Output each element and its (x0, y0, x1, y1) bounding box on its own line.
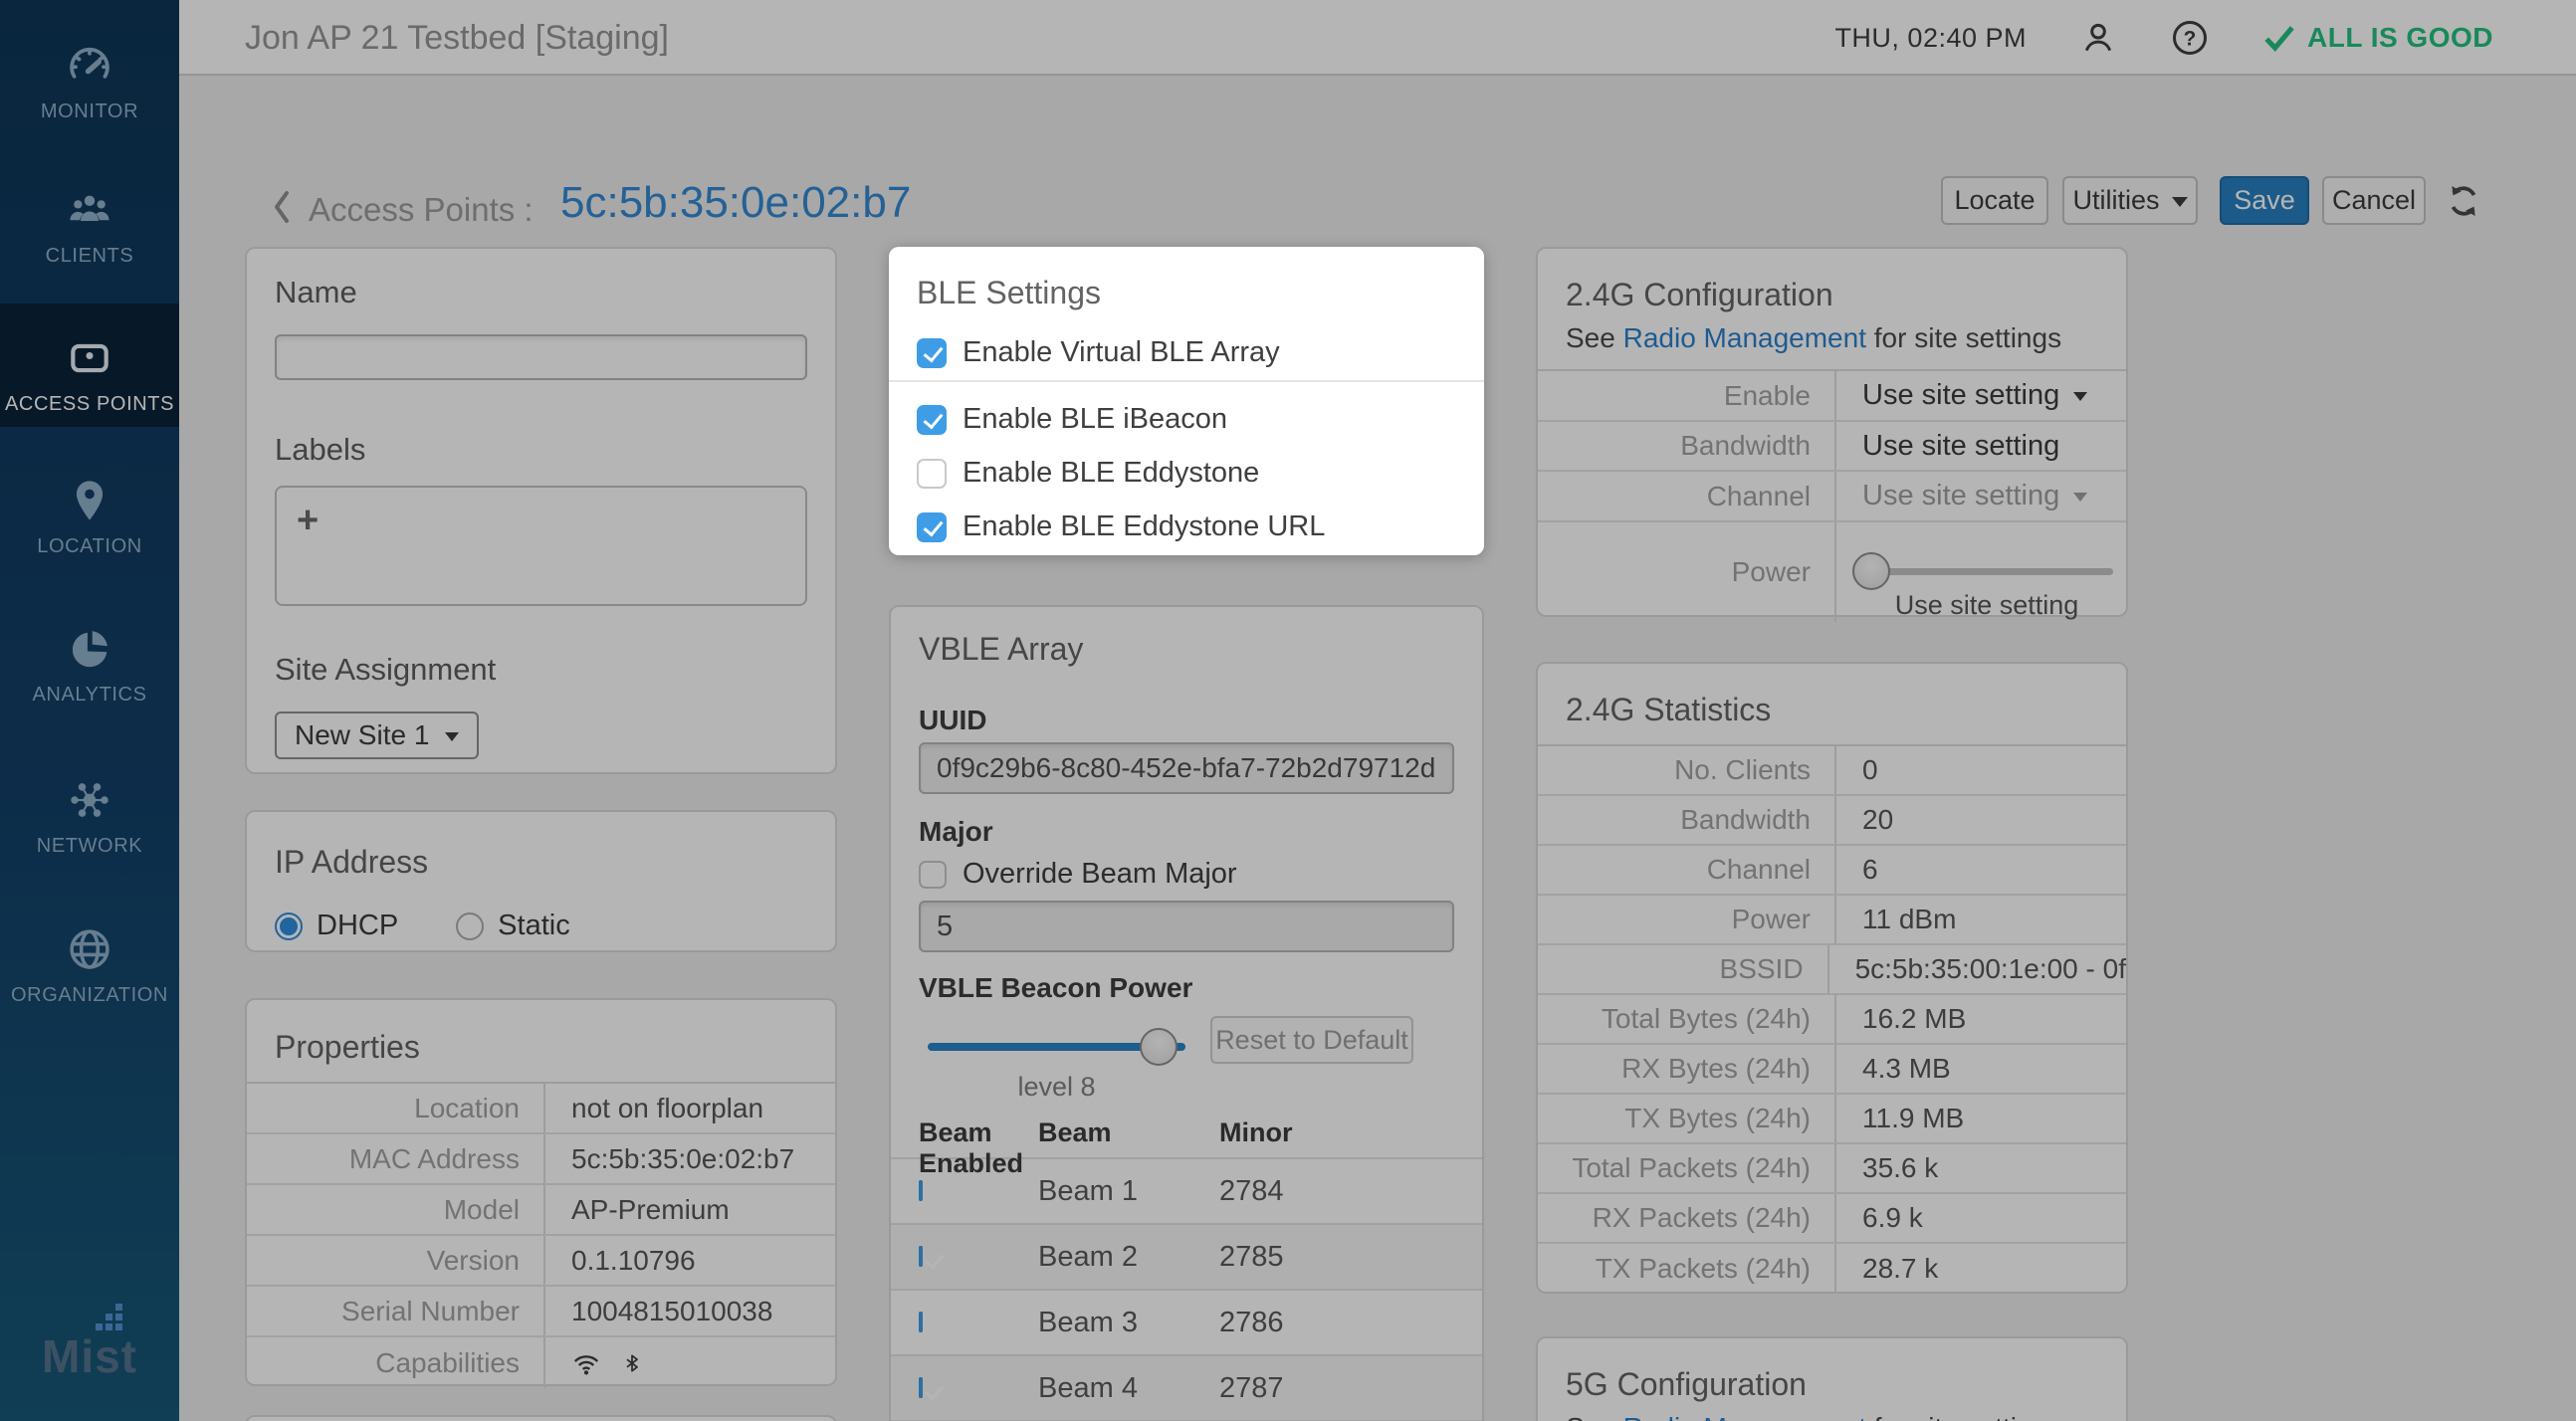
ble-option-row: Enable BLE iBeacon (917, 403, 1456, 436)
ble-settings-panel: BLE Settings Enable Virtual BLE Array En… (889, 247, 1484, 555)
checkbox-label: Enable BLE Eddystone (963, 457, 1259, 490)
enable-vble-array-checkbox[interactable] (917, 338, 947, 368)
divider (889, 380, 1484, 382)
ble-settings-title: BLE Settings (917, 273, 1456, 312)
checkbox-label: Enable BLE iBeacon (963, 403, 1227, 436)
enable-eddystone-url-checkbox[interactable] (917, 512, 947, 542)
ble-option-row: Enable BLE Eddystone URL (917, 510, 1456, 543)
dim-overlay (0, 0, 2576, 1421)
enable-ibeacon-checkbox[interactable] (917, 405, 947, 435)
ble-option-row: Enable Virtual BLE Array (917, 336, 1456, 369)
checkbox-label: Enable BLE Eddystone URL (963, 510, 1325, 543)
ble-option-row: Enable BLE Eddystone (917, 457, 1456, 490)
checkbox-label: Enable Virtual BLE Array (963, 336, 1280, 369)
app-root: MONITOR CLIENTS ACCESS POINTS (0, 0, 2576, 1421)
enable-eddystone-checkbox[interactable] (917, 459, 947, 489)
